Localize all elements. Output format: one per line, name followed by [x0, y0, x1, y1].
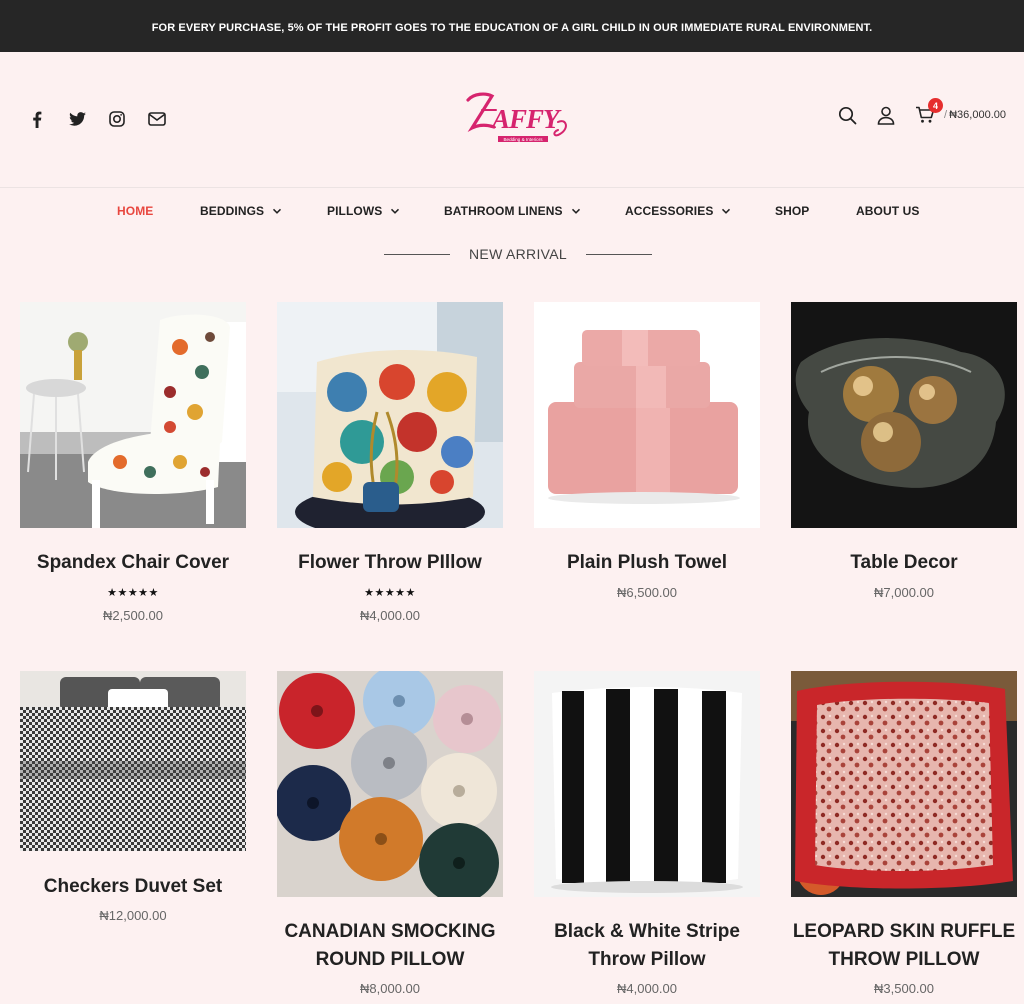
mail-icon[interactable]: [147, 108, 167, 130]
product-price: ₦3,500.00: [874, 981, 934, 996]
nav-item-pillows[interactable]: PILLOWS: [327, 204, 400, 218]
section-heading: NEW ARRIVAL: [384, 243, 652, 265]
nav-item-label: ACCESSORIES: [625, 204, 714, 218]
section-title: NEW ARRIVAL: [469, 246, 567, 262]
nav-item-label: SHOP: [775, 204, 810, 218]
nav-item-label: PILLOWS: [327, 204, 383, 218]
facebook-icon[interactable]: [27, 108, 47, 130]
product-price: ₦4,000.00: [617, 981, 677, 996]
site-logo[interactable]: AFFY Bedding & Interiors: [460, 84, 580, 152]
chevron-down-icon: [390, 206, 400, 216]
heading-rule: [585, 253, 652, 255]
main-nav: HOME BEDDINGS PILLOWS BATHROOM LINENS AC…: [0, 204, 1024, 226]
chevron-down-icon: [721, 206, 731, 216]
search-icon[interactable]: [836, 104, 858, 126]
product-title[interactable]: CANADIAN SMOCKING ROUND PILLOW: [267, 918, 513, 974]
announcement-bar: FOR EVERY PURCHASE, 5% OF THE PROFIT GOE…: [0, 0, 1024, 52]
twitter-icon[interactable]: [67, 108, 87, 130]
product-image-stripe-pillow[interactable]: [534, 671, 760, 897]
product-title[interactable]: Flower Throw PIllow: [267, 549, 513, 577]
nav-item-accessories[interactable]: ACCESSORIES: [625, 204, 731, 218]
cart-icon[interactable]: 4: [914, 98, 944, 126]
instagram-icon[interactable]: [107, 108, 127, 130]
account-icon[interactable]: [875, 104, 897, 126]
heading-rule: [384, 253, 450, 255]
product-title[interactable]: Plain Plush Towel: [524, 549, 770, 577]
nav-item-bathroom-linens[interactable]: BATHROOM LINENS: [444, 204, 581, 218]
product-price: ₦8,000.00: [360, 981, 420, 996]
header-actions: 4 /₦36,000.00: [819, 98, 1006, 126]
product-title[interactable]: Checkers Duvet Set: [10, 873, 256, 901]
product-price: ₦4,000.00: [360, 608, 420, 623]
nav-item-home[interactable]: HOME: [117, 204, 153, 218]
nav-item-label: ABOUT US: [856, 204, 920, 218]
nav-item-about-us[interactable]: ABOUT US: [856, 204, 919, 218]
nav-item-label: HOME: [117, 204, 154, 218]
nav-item-label: BEDDINGS: [200, 204, 265, 218]
product-image-smocking-pillow[interactable]: [277, 671, 503, 897]
product-image-leopard-pillow[interactable]: [791, 671, 1017, 897]
announcement-text: FOR EVERY PURCHASE, 5% OF THE PROFIT GOE…: [151, 22, 873, 34]
product-title[interactable]: Black & White Stripe Throw Pillow: [524, 918, 770, 974]
cart-total-amount: ₦36,000.00: [949, 109, 1006, 121]
social-links: [27, 108, 167, 130]
cart-total[interactable]: / ₦36,000.00: [944, 109, 1006, 121]
chevron-down-icon: [571, 206, 581, 216]
product-image-plush-towel[interactable]: [534, 302, 760, 528]
product-price: ₦2,500.00: [103, 608, 163, 623]
product-rating: ★★★★★: [364, 587, 416, 599]
nav-item-label: BATHROOM LINENS: [444, 204, 563, 218]
product-image-chair-cover[interactable]: [20, 302, 246, 528]
product-image-checkers-duvet[interactable]: [20, 671, 246, 851]
header-divider: [0, 187, 1024, 188]
svg-text:AFFY: AFFY: [490, 104, 562, 134]
product-image-table-decor[interactable]: [791, 302, 1017, 528]
product-title[interactable]: Table Decor: [781, 549, 1024, 577]
product-title[interactable]: LEOPARD SKIN RUFFLE THROW PILLOW: [781, 918, 1024, 974]
nav-item-beddings[interactable]: BEDDINGS: [200, 204, 282, 218]
product-price: ₦6,500.00: [617, 585, 677, 600]
logo-tagline: Bedding & Interiors: [503, 137, 543, 142]
product-price: ₦7,000.00: [874, 585, 934, 600]
product-title[interactable]: Spandex Chair Cover: [10, 549, 256, 577]
product-price: ₦12,000.00: [99, 908, 167, 923]
cart-count-badge: 4: [928, 98, 944, 113]
product-image-flower-pillow[interactable]: [277, 302, 503, 528]
product-rating: ★★★★★: [107, 587, 159, 599]
chevron-down-icon: [272, 206, 282, 216]
nav-item-shop[interactable]: SHOP: [775, 204, 809, 218]
